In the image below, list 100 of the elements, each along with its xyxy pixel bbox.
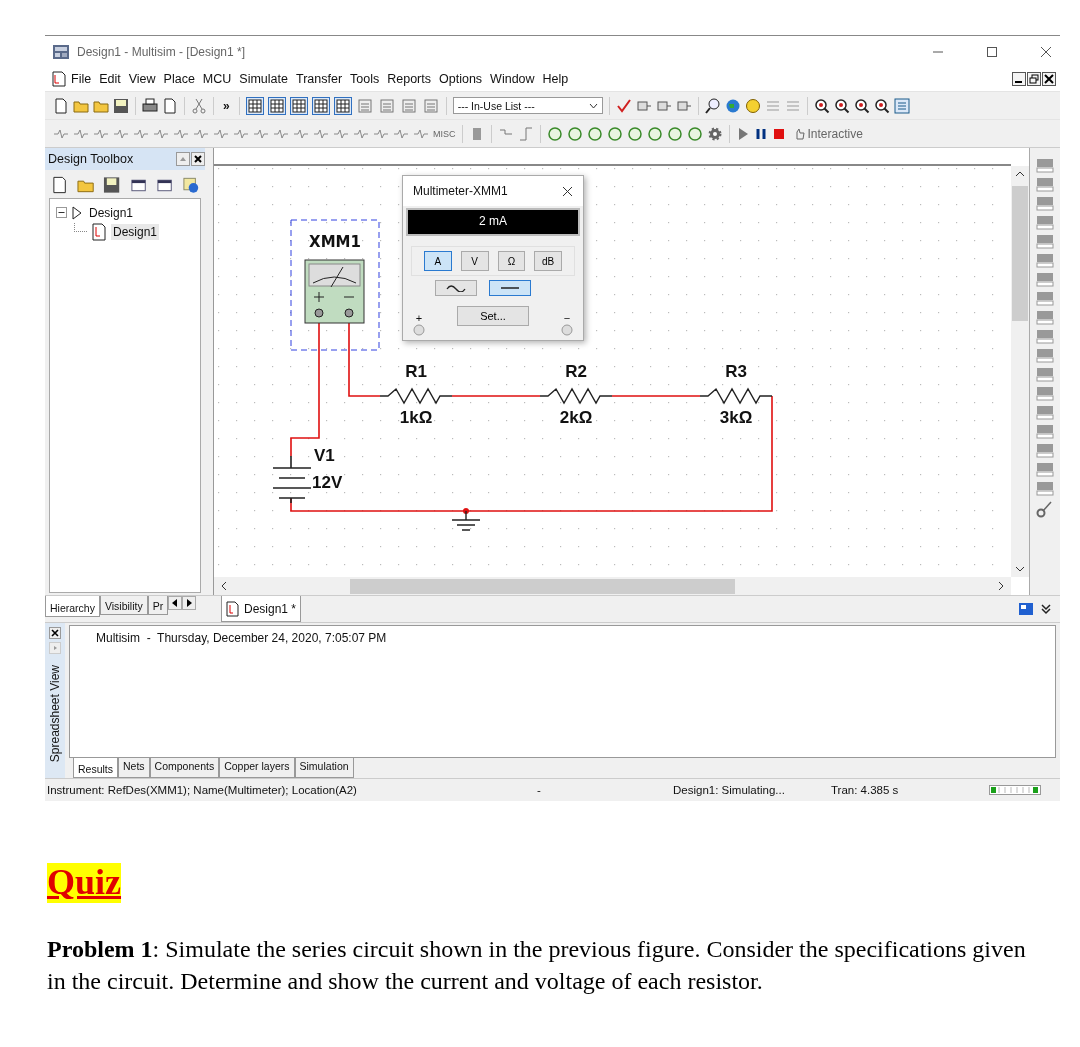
zoom-in-icon[interactable]: [813, 97, 830, 114]
check-icon[interactable]: [615, 97, 632, 114]
panel-tab[interactable]: Hierarchy: [45, 596, 100, 617]
menu-item[interactable]: File: [67, 72, 96, 86]
step-icon[interactable]: [517, 125, 534, 142]
instrument-icon[interactable]: [1036, 253, 1054, 268]
scrollbar-thumb[interactable]: [1012, 186, 1028, 321]
probe-ring-icon[interactable]: [606, 125, 623, 142]
instrument-icon[interactable]: [1036, 310, 1054, 325]
menu-item[interactable]: Reports: [383, 72, 435, 86]
instrument-icon[interactable]: [1036, 329, 1054, 344]
panel-tab[interactable]: Pr: [147, 596, 169, 615]
menu-item[interactable]: Options: [435, 72, 487, 86]
scroll-left-icon[interactable]: [220, 581, 228, 591]
spreadsheet-tab[interactable]: Copper layers: [219, 758, 295, 778]
instrument-icon[interactable]: [1036, 405, 1054, 420]
network-icon[interactable]: [1018, 602, 1034, 616]
menu-item[interactable]: Transfer: [291, 72, 347, 86]
mode-button[interactable]: V: [460, 251, 489, 271]
probe-ring-icon[interactable]: [546, 125, 563, 142]
multimeter-symbol[interactable]: [290, 219, 380, 351]
printer-icon[interactable]: [142, 97, 158, 114]
zoom-fit-icon[interactable]: [873, 97, 890, 114]
more-button[interactable]: »: [220, 98, 233, 113]
mode-button[interactable]: Ω: [497, 251, 526, 271]
menu-item[interactable]: MCU: [198, 72, 236, 86]
grid-icon[interactable]: [311, 96, 330, 115]
in-use-list-dropdown[interactable]: --- In-Use List ---: [452, 97, 603, 114]
menu-item[interactable]: Simulate: [235, 72, 292, 86]
grid-icon[interactable]: [289, 96, 308, 115]
instrument-icon[interactable]: [1036, 291, 1054, 306]
minimize-icon[interactable]: [1012, 72, 1026, 86]
scissors-icon[interactable]: [191, 97, 207, 114]
terminal-icon[interactable]: [561, 324, 573, 336]
instrument-icon[interactable]: [1036, 481, 1054, 496]
probe-ring-icon[interactable]: [686, 125, 703, 142]
grid-icon[interactable]: [267, 96, 286, 115]
tab-scroll-right-icon[interactable]: [182, 596, 197, 610]
menu-item[interactable]: Window: [486, 72, 539, 86]
menu-item[interactable]: Place: [159, 72, 199, 86]
close-icon[interactable]: [1040, 45, 1052, 58]
panel-tab[interactable]: Visibility: [99, 596, 148, 615]
new-page-icon[interactable]: [53, 97, 69, 114]
instrument-icon[interactable]: [1036, 215, 1054, 230]
gear-icon[interactable]: [706, 125, 723, 142]
spreadsheet-tab[interactable]: Components: [149, 758, 220, 778]
component-icon[interactable]: [421, 96, 440, 115]
tree-item[interactable]: Design1: [111, 223, 160, 240]
scroll-down-icon[interactable]: [1015, 565, 1025, 573]
zoom-area-icon[interactable]: [853, 97, 870, 114]
search-icon[interactable]: [704, 97, 721, 114]
probe-ring-icon[interactable]: [626, 125, 643, 142]
instrument-icon[interactable]: [1036, 272, 1054, 287]
scroll-up-icon[interactable]: [1015, 170, 1025, 178]
terminal-icon[interactable]: [413, 324, 425, 336]
document-tab[interactable]: Design1 *: [221, 596, 302, 622]
probe-ring-icon[interactable]: [586, 125, 603, 142]
instrument-icon[interactable]: [1036, 348, 1054, 363]
scrollbar-thumb[interactable]: [350, 578, 735, 594]
instrument-icon[interactable]: [1036, 196, 1054, 211]
probe-ring-icon[interactable]: [666, 125, 683, 142]
instrument-icon[interactable]: [1036, 386, 1054, 401]
new-page-icon[interactable]: [51, 176, 69, 194]
tree-item[interactable]: Design1: [87, 204, 136, 221]
print-preview-icon[interactable]: [162, 97, 178, 114]
probe-ring-icon[interactable]: [646, 125, 663, 142]
maximize-icon[interactable]: [986, 45, 998, 58]
expand-icon[interactable]: [1040, 603, 1052, 615]
spreadsheet-tab[interactable]: Nets: [118, 758, 150, 778]
instrument-icon[interactable]: [1036, 367, 1054, 382]
mode-button[interactable]: dB: [534, 251, 562, 271]
globe-icon[interactable]: [724, 97, 741, 114]
tab-scroll-left-icon[interactable]: [168, 596, 183, 610]
probe-icon[interactable]: [1036, 500, 1054, 518]
mode-button[interactable]: A: [424, 251, 452, 271]
instrument-icon[interactable]: [1036, 462, 1054, 477]
close-icon[interactable]: [191, 152, 205, 166]
grid-icon[interactable]: [245, 96, 264, 115]
close-icon[interactable]: [562, 185, 573, 197]
menu-item[interactable]: Edit: [95, 72, 125, 86]
misc-label[interactable]: MISC: [433, 128, 456, 139]
probe-ring-icon[interactable]: [566, 125, 583, 142]
menu-item[interactable]: Help: [538, 72, 573, 86]
spreadsheet-tab[interactable]: Results: [73, 758, 118, 778]
interactive-mode-button[interactable]: Interactive: [789, 126, 863, 141]
tree-toggle-icon[interactable]: [56, 207, 67, 218]
close-icon[interactable]: [1042, 72, 1056, 86]
component-icon[interactable]: [399, 96, 418, 115]
zoom-out-icon[interactable]: [833, 97, 850, 114]
scroll-right-icon[interactable]: [997, 581, 1005, 591]
spreadsheet-tab[interactable]: Simulation: [294, 758, 354, 778]
instrument-icon[interactable]: [1036, 158, 1054, 173]
instrument-icon[interactable]: [1036, 443, 1054, 458]
close-icon[interactable]: [49, 627, 61, 639]
set-button[interactable]: Set...: [457, 306, 529, 326]
menu-item[interactable]: Tools: [346, 72, 384, 86]
restore-icon[interactable]: [1027, 72, 1041, 86]
instrument-icon[interactable]: [1036, 424, 1054, 439]
menu-item[interactable]: View: [124, 72, 160, 86]
ac-button[interactable]: [435, 280, 477, 296]
